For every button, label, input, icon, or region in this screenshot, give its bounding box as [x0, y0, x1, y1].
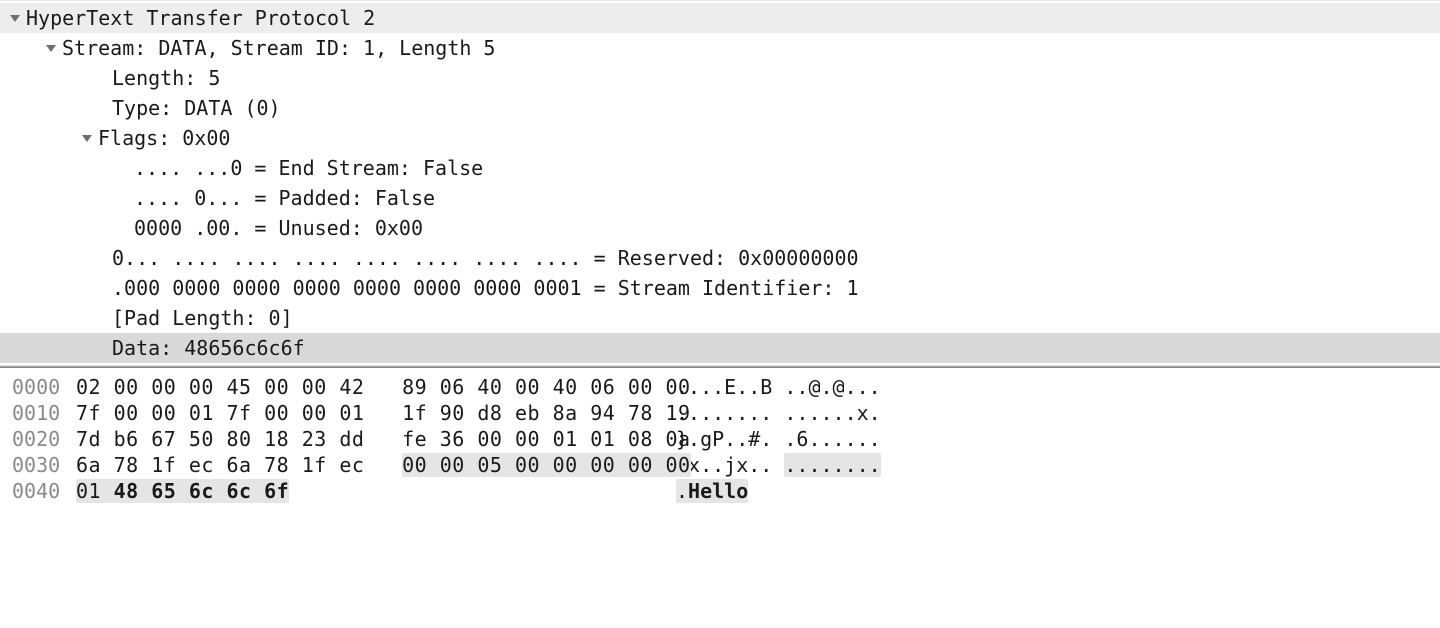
triangle-down-icon[interactable]: [4, 0, 26, 84]
hex-row[interactable]: 0040 01 48 65 6c 6c 6f .Hello: [0, 478, 1440, 504]
stream-identifier: .000 0000 0000 0000 0000 0000 0000 0001 …: [112, 273, 859, 303]
hex-bytes: 6a 78 1f ec 6a 78 1f ec 00 00 05 00 00 0…: [76, 452, 660, 478]
tree-row-stream-identifier[interactable]: .000 0000 0000 0000 0000 0000 0000 0001 …: [0, 273, 1440, 303]
packet-details-tree: HyperText Transfer Protocol 2 Stream: DA…: [0, 0, 1440, 363]
hex-ascii: .Hello: [676, 478, 748, 504]
hex-bytes: 01 48 65 6c 6c 6f: [76, 478, 660, 504]
stream-summary: Stream: DATA, Stream ID: 1, Length 5: [62, 33, 495, 63]
tree-row-flag-unused[interactable]: 0000 .00. = Unused: 0x00: [0, 213, 1440, 243]
reserved-field: 0... .... .... .... .... .... .... .... …: [112, 243, 859, 273]
hex-offset: 0040: [12, 478, 76, 504]
hex-row[interactable]: 0030 6a 78 1f ec 6a 78 1f ec 00 00 05 00…: [0, 452, 1440, 478]
hex-row[interactable]: 0000 02 00 00 00 45 00 00 42 89 06 40 00…: [0, 374, 1440, 400]
tree-row-protocol[interactable]: HyperText Transfer Protocol 2: [0, 3, 1440, 33]
packet-bytes-pane: 0000 02 00 00 00 45 00 00 42 89 06 40 00…: [0, 368, 1440, 504]
tree-row-flag-endstream[interactable]: .... ...0 = End Stream: False: [0, 153, 1440, 183]
triangle-down-icon[interactable]: [76, 72, 98, 204]
tree-row-flags[interactable]: Flags: 0x00: [0, 123, 1440, 153]
tree-row-flag-padded[interactable]: .... 0... = Padded: False: [0, 183, 1440, 213]
hex-offset: 0020: [12, 426, 76, 452]
tree-row-padlength[interactable]: [Pad Length: 0]: [0, 303, 1440, 333]
tree-row-data[interactable]: Data: 48656c6c6f: [0, 333, 1440, 363]
hex-offset: 0000: [12, 374, 76, 400]
hex-bytes: 7d b6 67 50 80 18 23 dd fe 36 00 00 01 0…: [76, 426, 660, 452]
hex-ascii: ....E..B ..@.@...: [676, 374, 881, 400]
pad-length: [Pad Length: 0]: [112, 303, 293, 333]
hex-bytes: 02 00 00 00 45 00 00 42 89 06 40 00 40 0…: [76, 374, 660, 400]
hex-row[interactable]: 0010 7f 00 00 01 7f 00 00 01 1f 90 d8 eb…: [0, 400, 1440, 426]
hex-row[interactable]: 0020 7d b6 67 50 80 18 23 dd fe 36 00 00…: [0, 426, 1440, 452]
tree-row-stream[interactable]: Stream: DATA, Stream ID: 1, Length 5: [0, 33, 1440, 63]
hex-offset: 0010: [12, 400, 76, 426]
flag-unused: 0000 .00. = Unused: 0x00: [134, 213, 423, 243]
tree-row-type[interactable]: Type: DATA (0): [0, 93, 1440, 123]
hex-ascii: }.gP..#. .6......: [676, 426, 881, 452]
data-field: Data: 48656c6c6f: [112, 333, 305, 363]
tree-row-length[interactable]: Length: 5: [0, 63, 1440, 93]
hex-bytes: 7f 00 00 01 7f 00 00 01 1f 90 d8 eb 8a 9…: [76, 400, 660, 426]
flag-endstream: .... ...0 = End Stream: False: [134, 153, 483, 183]
hex-offset: 0030: [12, 452, 76, 478]
triangle-down-icon[interactable]: [40, 0, 62, 114]
flag-padded: .... 0... = Padded: False: [134, 183, 435, 213]
tree-row-reserved[interactable]: 0... .... .... .... .... .... .... .... …: [0, 243, 1440, 273]
hex-ascii: ........ ......x.: [676, 400, 881, 426]
flags-field: Flags: 0x00: [98, 123, 230, 153]
length-field: Length: 5: [112, 63, 220, 93]
hex-ascii: jx..jx.. ........: [676, 452, 881, 478]
